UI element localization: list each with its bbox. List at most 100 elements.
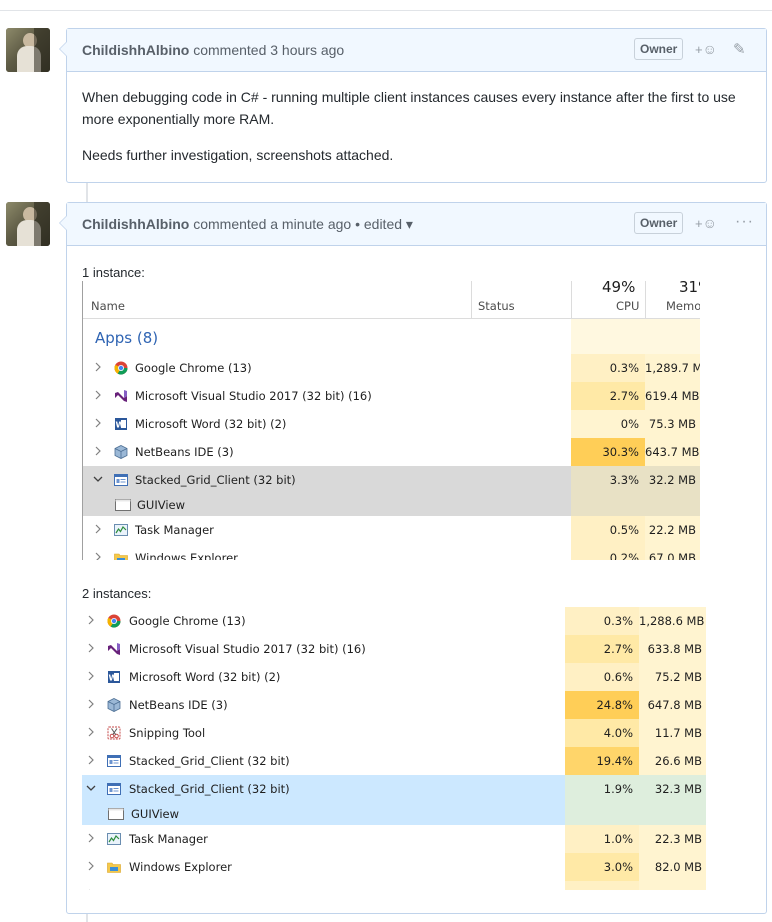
chevron-right-icon[interactable] — [85, 888, 97, 890]
chevron-right-icon[interactable] — [85, 726, 97, 738]
process-row[interactable]: Snipping Tool 4.0% 11.7 MB — [82, 719, 706, 747]
process-row[interactable]: Windows Explorer 3.0% 82.0 MB — [82, 853, 706, 881]
process-row[interactable]: NetBeans IDE (3) 30.3% 643.7 MB — [83, 438, 700, 466]
comment-paragraph: Needs further investigation, screenshots… — [82, 147, 394, 163]
memory-value: 633.8 MB — [639, 635, 706, 663]
netbeans-icon — [107, 698, 121, 712]
chevron-right-icon[interactable] — [85, 698, 97, 710]
avatar[interactable] — [6, 202, 50, 246]
cpu-value: 1.0% — [565, 825, 639, 853]
chevron-right-icon[interactable] — [92, 361, 104, 373]
memory-value: 647.8 MB — [639, 691, 706, 719]
process-row[interactable]: Stacked_Grid_Client (32 bit) 1.9% 32.3 MB — [82, 775, 706, 803]
process-name: Microsoft Word (32 bit) (2) — [135, 417, 287, 431]
avatar[interactable] — [6, 28, 50, 72]
add-reaction-icon[interactable]: +☺ — [695, 41, 717, 57]
chrome-icon — [107, 614, 121, 628]
chevron-right-icon[interactable] — [85, 754, 97, 766]
comment-author[interactable]: ChildishhAlbino — [82, 42, 189, 58]
process-name: Windows Explorer — [129, 860, 232, 874]
comment-header: ChildishhAlbino commented 3 hours ago Ow… — [67, 29, 766, 72]
column-header-memory[interactable]: Memo — [666, 299, 700, 313]
process-row[interactable]: Microsoft Visual Studio 2017 (32 bit) (1… — [82, 635, 706, 663]
process-row[interactable]: Google Chrome (13) 0.3% 1,288.6 MB — [82, 607, 706, 635]
column-header-status[interactable]: Status — [478, 299, 515, 313]
memory-value: 619.4 MB — [645, 382, 700, 410]
cpu-value: 24.8% — [565, 691, 639, 719]
process-row[interactable]: Stacked_Grid_Client (32 bit) 3.3% 32.2 MB — [83, 466, 700, 494]
chevron-down-icon[interactable] — [92, 473, 104, 485]
memory-value: 82.0 MB — [639, 853, 706, 881]
process-row[interactable]: Microsoft Visual Studio 2017 (32 bit) (1… — [83, 382, 700, 410]
chevron-right-icon[interactable] — [85, 860, 97, 872]
process-row[interactable]: W Microsoft Word (32 bit) (2) 0.6% 75.2 MB — [82, 663, 706, 691]
process-row[interactable]: 0%41.0 MB — [82, 881, 706, 890]
comment-timestamp[interactable]: commented a minute ago • edited ▾ — [189, 216, 413, 232]
memory-value: 32.2 MB — [645, 466, 700, 494]
process-row[interactable]: NetBeans IDE (3) 24.8% 647.8 MB — [82, 691, 706, 719]
process-child-row[interactable]: GUIView — [82, 803, 706, 825]
word-icon: W — [114, 417, 128, 431]
section-label: 1 instance: — [82, 265, 145, 280]
svg-text:W: W — [109, 674, 118, 683]
process-name: Google Chrome (13) — [129, 614, 246, 628]
folder-icon — [114, 551, 128, 560]
memory-value: 41.0 MB — [639, 881, 706, 890]
memory-value: 67.0 MB — [645, 544, 700, 560]
add-reaction-icon[interactable]: +☺ — [695, 215, 717, 231]
memory-value: 11.7 MB — [639, 719, 706, 747]
memory-value: 75.3 MB — [645, 410, 700, 438]
cpu-value: 4.0% — [565, 719, 639, 747]
section-label: 2 instances: — [82, 586, 152, 601]
cpu-value: 0.5% — [571, 516, 645, 544]
task-manager-screenshot: Google Chrome (13) 0.3% 1,288.6 MB Microsof… — [82, 604, 706, 890]
process-name: Microsoft Visual Studio 2017 (32 bit) (1… — [135, 389, 372, 403]
chevron-right-icon[interactable] — [92, 523, 104, 535]
cpu-total: 49% — [602, 281, 636, 296]
cpu-value: 3.3% — [571, 466, 645, 494]
column-header-name[interactable]: Name — [91, 299, 125, 313]
chevron-right-icon[interactable] — [92, 445, 104, 457]
process-child-row[interactable]: GUIView — [83, 494, 700, 516]
process-name: GUIView — [137, 498, 186, 512]
process-name: Stacked_Grid_Client (32 bit) — [129, 754, 290, 768]
process-row[interactable]: Task Manager 0.5% 22.2 MB — [83, 516, 700, 544]
cpu-value: 0.3% — [565, 607, 639, 635]
process-name: NetBeans IDE (3) — [135, 445, 234, 459]
process-name: GUIView — [131, 807, 180, 821]
comment: ChildishhAlbino commented 3 hours ago Ow… — [59, 28, 767, 183]
word-icon: W — [107, 670, 121, 684]
chevron-right-icon[interactable] — [85, 642, 97, 654]
comment-author[interactable]: ChildishhAlbino — [82, 216, 189, 232]
process-row[interactable]: Task Manager 1.0% 22.3 MB — [82, 825, 706, 853]
memory-value: 643.7 MB — [645, 438, 700, 466]
more-options-icon[interactable]: ··· — [735, 213, 754, 231]
app-icon — [107, 888, 121, 890]
chevron-right-icon[interactable] — [85, 614, 97, 626]
cpu-value: 0.2% — [571, 544, 645, 560]
process-row[interactable]: Windows Explorer 0.2% 67.0 MB — [83, 544, 700, 560]
netbeans-icon — [114, 445, 128, 459]
process-row[interactable]: W Microsoft Word (32 bit) (2) 0% 75.3 MB — [83, 410, 700, 438]
visual-studio-icon — [114, 389, 128, 403]
comment-timestamp[interactable]: commented 3 hours ago — [189, 42, 344, 58]
chevron-right-icon[interactable] — [92, 551, 104, 560]
process-name: Microsoft Visual Studio 2017 (32 bit) (1… — [129, 642, 366, 656]
process-name: Stacked_Grid_Client (32 bit) — [129, 782, 290, 796]
edit-pencil-icon[interactable]: ✎ — [733, 40, 746, 58]
window-icon — [115, 498, 131, 512]
chevron-right-icon[interactable] — [92, 417, 104, 429]
app-window-icon — [114, 473, 128, 487]
comment-paragraph: When debugging code in C# - running mult… — [82, 89, 736, 127]
process-row[interactable]: Stacked_Grid_Client (32 bit) 19.4% 26.6 MB — [82, 747, 706, 775]
memory-value: 22.3 MB — [639, 825, 706, 853]
comment-body: When debugging code in C# - running mult… — [67, 72, 766, 194]
app-window-icon — [107, 782, 121, 796]
chevron-right-icon[interactable] — [85, 832, 97, 844]
process-row[interactable]: Google Chrome (13) 0.3%1,289.7 MB — [83, 354, 700, 382]
group-header-apps[interactable]: Apps (8) — [95, 329, 158, 347]
chevron-right-icon[interactable] — [85, 670, 97, 682]
chevron-down-icon[interactable] — [85, 782, 97, 794]
chevron-right-icon[interactable] — [92, 389, 104, 401]
column-header-cpu[interactable]: CPU — [616, 299, 639, 313]
